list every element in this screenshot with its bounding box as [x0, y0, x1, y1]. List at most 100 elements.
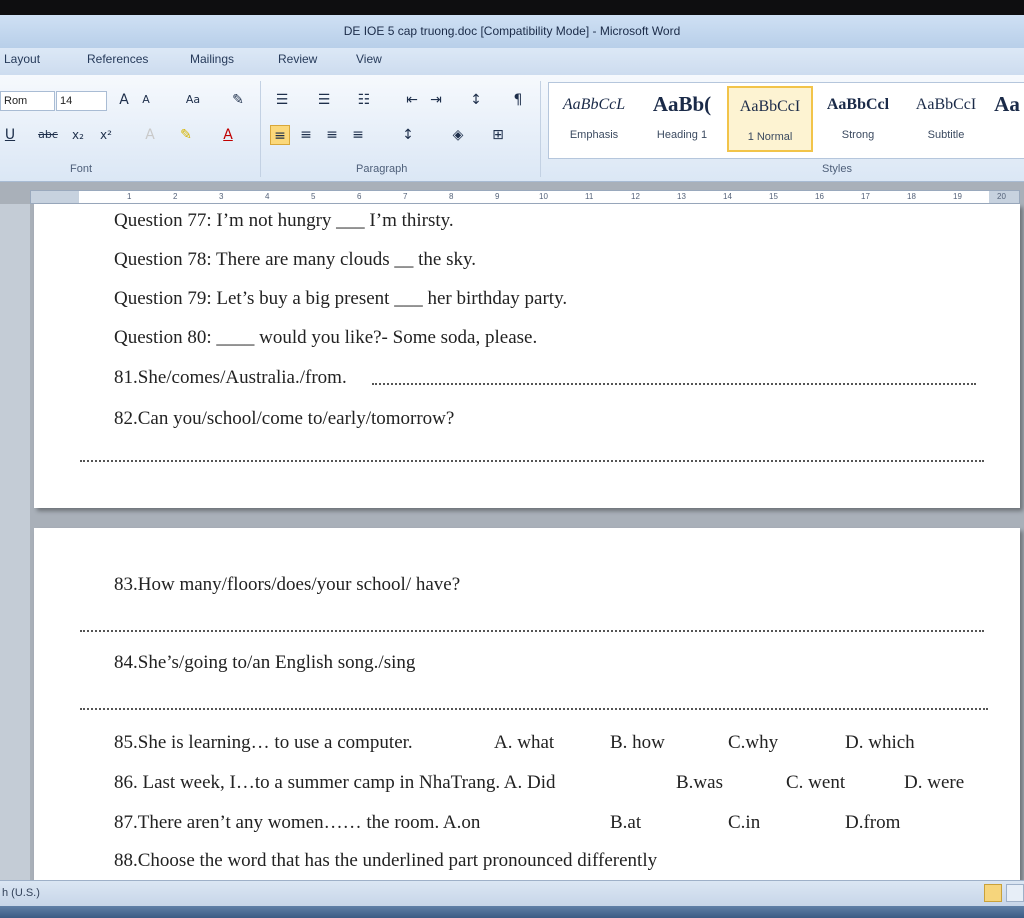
tab-layout[interactable]: Layout: [4, 52, 40, 66]
ruler-number: 14: [723, 192, 732, 201]
option-c: C.why: [728, 732, 779, 753]
underline-icon[interactable]: U: [0, 125, 20, 145]
document-line: Question 80: ____ would you like?- Some …: [114, 327, 538, 348]
print-layout-view-icon[interactable]: [984, 884, 1002, 902]
justify-icon[interactable]: ≡: [348, 125, 368, 145]
question-86-text: 86. Last week, I…to a summer camp in Nha…: [114, 772, 556, 793]
document-line: Question 77: I’m not hungry ___ I’m thir…: [114, 210, 454, 231]
document-line: 82.Can you/school/come to/early/tomorrow…: [114, 408, 455, 429]
ruler-number: 10: [539, 192, 548, 201]
align-left-icon[interactable]: ≡: [270, 125, 290, 145]
group-divider: [260, 81, 261, 177]
style-name: Emphasis: [569, 129, 619, 141]
left-margin-gutter: [0, 204, 30, 880]
font-group-label: Font: [70, 163, 93, 175]
taskbar: [0, 906, 1024, 918]
option-c: C.in: [728, 812, 761, 833]
option-a: A. what: [494, 732, 555, 753]
language-indicator[interactable]: h (U.S.): [2, 887, 40, 899]
status-bar: h (U.S.): [0, 880, 1024, 907]
document-line: Question 78: There are many clouds __ th…: [114, 249, 476, 270]
grow-font-icon[interactable]: A: [114, 90, 134, 110]
answer-dotted-line: [80, 628, 984, 632]
ribbon: Rom 14 A A Aa ✎ U abc x₂ x² A ✎ A Font ☰…: [0, 75, 1024, 182]
ruler-number: 20: [997, 192, 1006, 201]
ruler-number: 15: [769, 192, 778, 201]
document-page[interactable]: Question 77: I’m not hungry ___ I’m thir…: [34, 204, 1020, 508]
align-center-icon[interactable]: ≡: [296, 125, 316, 145]
style-preview: AaBbCcI: [739, 98, 801, 115]
line-spacing-icon[interactable]: ↕: [398, 125, 418, 145]
style-name: Heading 1: [656, 129, 708, 141]
ruler-number: 11: [585, 192, 594, 201]
decrease-indent-icon[interactable]: ⇤: [402, 90, 422, 110]
option-d: D. which: [845, 732, 915, 753]
option-b: B. how: [610, 732, 665, 753]
tab-references[interactable]: References: [87, 52, 148, 66]
shrink-font-icon[interactable]: A: [136, 90, 156, 110]
option-b: B.was: [676, 772, 723, 793]
ruler-number: 2: [173, 192, 178, 201]
style-more[interactable]: Aa: [991, 86, 1023, 152]
group-divider: [540, 81, 541, 177]
font-color-icon[interactable]: A: [218, 125, 238, 145]
title-bar: DE IOE 5 cap truong.doc [Compatibility M…: [0, 15, 1024, 48]
paragraph-group-label: Paragraph: [356, 163, 408, 175]
font-name-box[interactable]: Rom: [0, 91, 55, 111]
font-size-box[interactable]: 14: [56, 91, 107, 111]
highlight-icon[interactable]: ✎: [176, 125, 196, 145]
ruler-number: 4: [265, 192, 270, 201]
superscript-icon[interactable]: x²: [96, 125, 116, 145]
style-emphasis[interactable]: AaBbCcL Emphasis: [551, 86, 637, 152]
style-name: Strong: [841, 129, 875, 141]
ruler-number: 13: [677, 192, 686, 201]
increase-indent-icon[interactable]: ⇥: [426, 90, 446, 110]
style-preview: AaBbCcl: [826, 96, 890, 113]
document-line: 84.She’s/going to/an English song./sing: [114, 652, 416, 673]
tab-mailings[interactable]: Mailings: [190, 52, 234, 66]
tab-view[interactable]: View: [356, 52, 382, 66]
option-c: C. went: [786, 772, 846, 793]
show-formatting-icon[interactable]: ¶: [508, 90, 528, 110]
numbering-icon[interactable]: ☰: [314, 90, 334, 110]
document-page[interactable]: 83.How many/floors/does/your school/ hav…: [34, 528, 1020, 880]
horizontal-ruler[interactable]: 1 2 3 4 5 6 7 8 9 10 11 12 13 14 15 16 1…: [30, 190, 1020, 204]
style-normal[interactable]: AaBbCcI 1 Normal: [727, 86, 813, 152]
align-right-icon[interactable]: ≡: [322, 125, 342, 145]
clear-formatting-icon[interactable]: ✎: [228, 90, 248, 110]
style-strong[interactable]: AaBbCcl Strong: [815, 86, 901, 152]
style-heading-1[interactable]: AaBb( Heading 1: [639, 86, 725, 152]
ruler-number: 19: [953, 192, 962, 201]
full-screen-view-icon[interactable]: [1006, 884, 1024, 902]
ruler-margin-left: [31, 191, 79, 203]
shading-icon[interactable]: ◈: [448, 125, 468, 145]
bullets-icon[interactable]: ☰: [272, 90, 292, 110]
text-effects-icon[interactable]: A: [140, 125, 160, 145]
multilevel-list-icon[interactable]: ☷: [354, 90, 374, 110]
ruler-number: 5: [311, 192, 316, 201]
ruler-number: 7: [403, 192, 408, 201]
option-d: D.from: [845, 812, 901, 833]
font-size-value: 14: [60, 95, 73, 107]
styles-gallery: AaBbCcL Emphasis AaBb( Heading 1 AaBbCcI…: [548, 82, 1024, 159]
style-preview: AaBbCcI: [915, 96, 977, 113]
subscript-icon[interactable]: x₂: [68, 125, 88, 145]
borders-icon[interactable]: ⊞: [488, 125, 508, 145]
question-85-text: 85.She is learning… to use a computer.: [114, 732, 413, 753]
tab-review[interactable]: Review: [278, 52, 317, 66]
ruler-number: 9: [495, 192, 500, 201]
answer-dotted-line: [372, 381, 976, 385]
document-line: 83.How many/floors/does/your school/ hav…: [114, 574, 461, 595]
style-subtitle[interactable]: AaBbCcI Subtitle: [903, 86, 989, 152]
question-88-text: 88.Choose the word that has the underlin…: [114, 850, 658, 871]
window-title: DE IOE 5 cap truong.doc [Compatibility M…: [343, 24, 681, 38]
style-name: 1 Normal: [747, 131, 793, 143]
sort-icon[interactable]: ↕: [466, 90, 486, 110]
ruler-number: 17: [861, 192, 870, 201]
question-87-text: 87.There aren’t any women…… the room. A.…: [114, 812, 481, 833]
change-case-icon[interactable]: Aa: [180, 90, 206, 110]
ruler-number: 16: [815, 192, 824, 201]
style-preview: AaBbCcL: [562, 96, 626, 113]
document-line: Question 79: Let’s buy a big present ___…: [114, 288, 568, 309]
strikethrough-icon[interactable]: abc: [38, 125, 58, 145]
